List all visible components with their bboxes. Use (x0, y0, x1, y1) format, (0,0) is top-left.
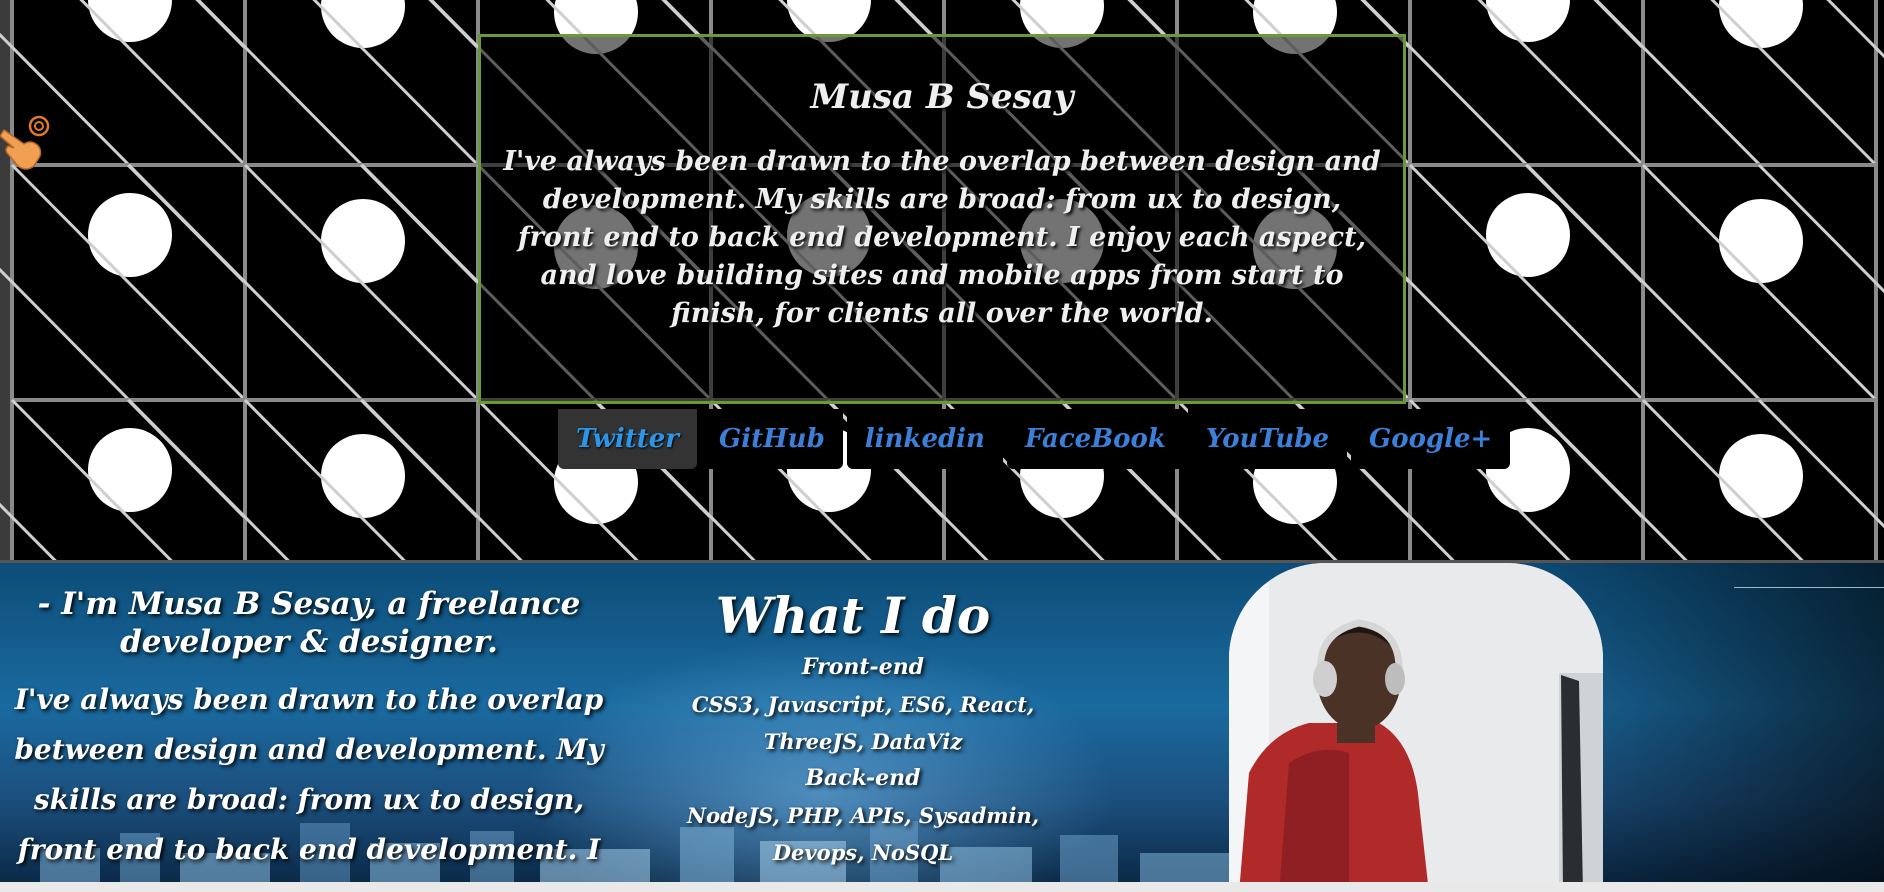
hero-card: Musa B Sesay I've always been drawn to t… (478, 34, 1406, 404)
page: Musa B Sesay I've always been drawn to t… (0, 0, 1884, 882)
profile-photo (1229, 563, 1603, 882)
intro-text: I've always been drawn to the overlap be… (14, 683, 604, 866)
profile-photo-illustration (1229, 563, 1603, 882)
social-link-twitter[interactable]: Twitter (558, 409, 698, 469)
what-i-do-title: What I do (715, 586, 991, 645)
intro-block: - I'm Musa B Sesay, a freelance develope… (14, 585, 604, 882)
what-i-do-block: What I do Front-end CSS3, Javascript, ES… (648, 583, 1078, 871)
social-link-facebook[interactable]: FaceBook (1006, 409, 1184, 469)
intro-heading: - I'm Musa B Sesay, a freelance develope… (37, 586, 581, 660)
social-link-youtube[interactable]: YouTube (1187, 409, 1348, 469)
social-link-googleplus[interactable]: Google+ (1351, 409, 1511, 469)
thin-accent-line (1734, 587, 1884, 588)
hero-bio: I've always been drawn to the overlap be… (503, 146, 1381, 329)
backend-list: NodeJS, PHP, APIs, Sysadmin, Devops, NoS… (686, 803, 1040, 865)
frontend-title: Front-end (801, 654, 925, 680)
social-nav: Twitter GitHub linkedin FaceBook YouTube… (558, 409, 1514, 469)
hand-pointer-cursor-icon (0, 115, 50, 170)
social-link-github[interactable]: GitHub (701, 409, 843, 469)
social-link-linkedin[interactable]: linkedin (846, 409, 1003, 469)
hero-name: Musa B Sesay (810, 77, 1074, 117)
about-section: - I'm Musa B Sesay, a freelance develope… (0, 563, 1884, 882)
hero-section: Musa B Sesay I've always been drawn to t… (0, 0, 1884, 562)
frontend-list: CSS3, Javascript, ES6, React, ThreeJS, D… (691, 692, 1035, 754)
backend-title: Back-end (805, 765, 921, 791)
